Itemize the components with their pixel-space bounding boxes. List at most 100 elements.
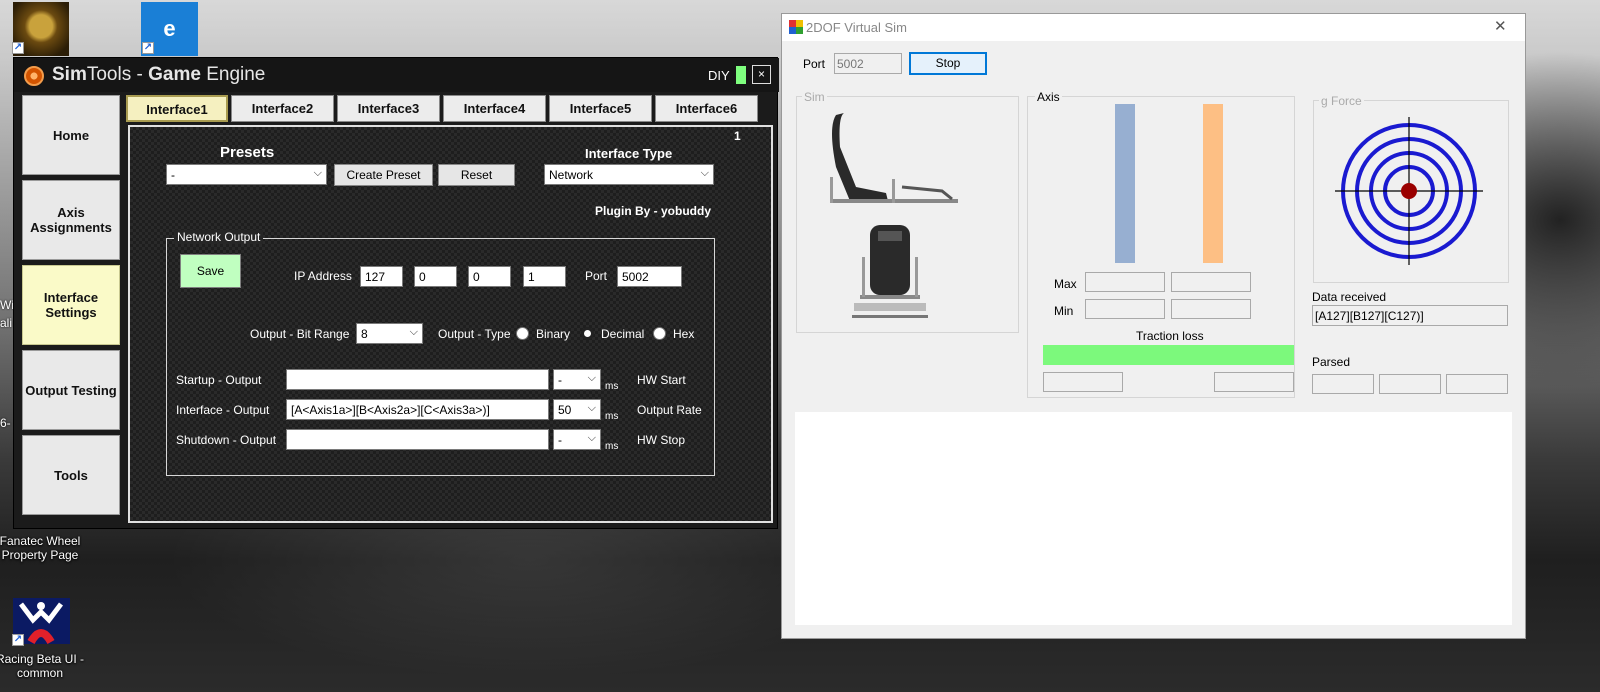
tab-interface5[interactable]: Interface5 — [549, 95, 652, 122]
ip-address-label: IP Address — [294, 269, 352, 283]
bit-range-select[interactable]: 8 ⌵ — [356, 323, 423, 344]
interface-type-value: Network — [549, 168, 594, 182]
min-label: Min — [1054, 304, 1074, 318]
desktop-icon-label: Racing Beta UI - common — [0, 652, 85, 680]
data-received-label: Data received — [1312, 290, 1387, 304]
tab-interface3[interactable]: Interface3 — [337, 95, 440, 122]
interface-output-input[interactable]: [A<Axis1a>][B<Axis2a>][C<Axis3a>)] — [286, 399, 549, 420]
output-type-label: Output - Type — [438, 327, 511, 341]
nav-interface-settings[interactable]: Interface Settings — [22, 265, 120, 345]
startup-ms-select[interactable]: - ⌵ — [553, 369, 601, 390]
desktop-partial-text: 6- — [0, 416, 11, 430]
parsed-field-2 — [1379, 374, 1441, 394]
radio-binary[interactable] — [516, 327, 529, 340]
nav-label: Home — [52, 127, 90, 143]
presets-select[interactable]: - ⌵ — [166, 164, 327, 185]
reset-button[interactable]: Reset — [438, 164, 515, 186]
nav-axis-assignments[interactable]: Axis Assignments — [22, 180, 120, 260]
close-button[interactable]: × — [752, 65, 771, 84]
radio-decimal[interactable] — [581, 327, 594, 340]
title-game: Game — [148, 64, 201, 85]
plugin-by-label: Plugin By - yobuddy — [595, 204, 711, 218]
app-window-icon — [789, 20, 803, 34]
radio-hex[interactable] — [653, 327, 666, 340]
simtools-titlebar[interactable]: SimTools - Game Engine DIY × — [14, 58, 779, 92]
gforce-position-dot — [1401, 183, 1417, 199]
tab-interface2[interactable]: Interface2 — [231, 95, 334, 122]
bit-range-value: 8 — [361, 327, 368, 341]
shutdown-ms-value: - — [558, 433, 562, 447]
title-engine: Engine — [200, 64, 266, 85]
tab-interface4[interactable]: Interface4 — [443, 95, 546, 122]
hw-start-label: HW Start — [637, 373, 686, 387]
simtools-title: SimTools - Game Engine — [52, 64, 265, 86]
output-log-area[interactable] — [795, 412, 1512, 625]
seat-side-view — [830, 113, 958, 203]
traction-left-field — [1043, 372, 1123, 392]
startup-output-input[interactable] — [286, 369, 549, 390]
desktop-icon-label: Fanatec Wheel Property Page — [0, 534, 81, 562]
output-rate-label: Output Rate — [637, 403, 702, 417]
nav-tools[interactable]: Tools — [22, 435, 120, 515]
parsed-label: Parsed — [1312, 355, 1351, 369]
ms-unit-label: ms — [605, 411, 619, 422]
shutdown-output-label: Shutdown - Output — [176, 433, 277, 447]
title-tools: Tools - — [86, 64, 149, 85]
nav-label: Axis Assignments — [30, 205, 112, 235]
create-preset-button[interactable]: Create Preset — [334, 164, 433, 186]
shutdown-output-input[interactable] — [286, 429, 549, 450]
vsim-titlebar[interactable]: 2DOF Virtual Sim ✕ — [782, 14, 1525, 41]
axis1-max-field — [1085, 272, 1165, 292]
radio-binary-label: Binary — [536, 327, 571, 341]
shutdown-ms-select[interactable]: - ⌵ — [553, 429, 601, 450]
interface-type-select[interactable]: Network ⌵ — [544, 164, 714, 185]
nav-home[interactable]: Home — [22, 95, 120, 175]
traction-loss-label: Traction loss — [1136, 329, 1204, 343]
startup-output-label: Startup - Output — [176, 373, 262, 387]
virtual-sim-window: 2DOF Virtual Sim ✕ Port 5002 Stop Sim Ax… — [781, 13, 1526, 639]
axis1-bar — [1115, 104, 1135, 263]
tab-interface6[interactable]: Interface6 — [655, 95, 758, 122]
desktop-icon-fanatec[interactable]: Fanatec Wheel Property Page — [0, 534, 88, 562]
data-received-field: [A127][B127][C127)] — [1312, 305, 1508, 326]
hw-stop-label: HW Stop — [637, 433, 686, 447]
stop-button-label: Stop — [935, 56, 961, 70]
traction-loss-bar — [1043, 345, 1294, 365]
ip-octet-2[interactable]: 0 — [414, 266, 457, 287]
title-sim: Sim — [52, 64, 87, 85]
desktop-partial-text: Wi — [0, 298, 14, 312]
desktop-partial-text: ali — [0, 316, 13, 330]
max-label: Max — [1054, 277, 1077, 291]
axis2-max-field — [1171, 272, 1251, 292]
sim-rig-illustration — [830, 113, 958, 318]
sim-group-label: Sim — [802, 90, 827, 104]
desktop-icon-iracing[interactable]: Racing Beta UI - common — [0, 652, 88, 680]
chevron-down-icon: ⌵ — [587, 402, 596, 414]
interface-ms-select[interactable]: 50 ⌵ — [553, 399, 601, 420]
axis1-bar-track — [1115, 104, 1135, 263]
ms-unit-label: ms — [605, 381, 619, 392]
diy-indicator — [736, 66, 746, 84]
interface-output-label: Interface - Output — [176, 403, 270, 417]
save-button[interactable]: Save — [180, 254, 241, 288]
seat-rear-view — [852, 225, 928, 318]
ip-octet-4[interactable]: 1 — [523, 266, 566, 287]
nav-label: Tools — [54, 467, 88, 483]
nav-output-testing[interactable]: Output Testing — [22, 350, 120, 430]
traction-bar-track — [1043, 345, 1294, 365]
axis2-bar — [1203, 104, 1223, 263]
port-input[interactable]: 5002 — [617, 266, 682, 287]
vsim-title: 2DOF Virtual Sim — [806, 20, 907, 35]
interface-ms-value: 50 — [558, 403, 572, 417]
chevron-down-icon: ⌵ — [409, 326, 418, 338]
tab-interface1[interactable]: Interface1 — [126, 95, 228, 122]
vsim-port-input[interactable]: 5002 — [834, 53, 902, 74]
axis1-min-field — [1085, 299, 1165, 319]
close-button[interactable]: ✕ — [1494, 17, 1507, 35]
stop-button[interactable]: Stop — [909, 52, 987, 75]
radio-decimal-label: Decimal — [601, 327, 645, 341]
ip-octet-3[interactable]: 0 — [468, 266, 511, 287]
ip-octet-1[interactable]: 127 — [360, 266, 403, 287]
presets-label: Presets — [220, 144, 275, 161]
ms-unit-label: ms — [605, 441, 619, 452]
